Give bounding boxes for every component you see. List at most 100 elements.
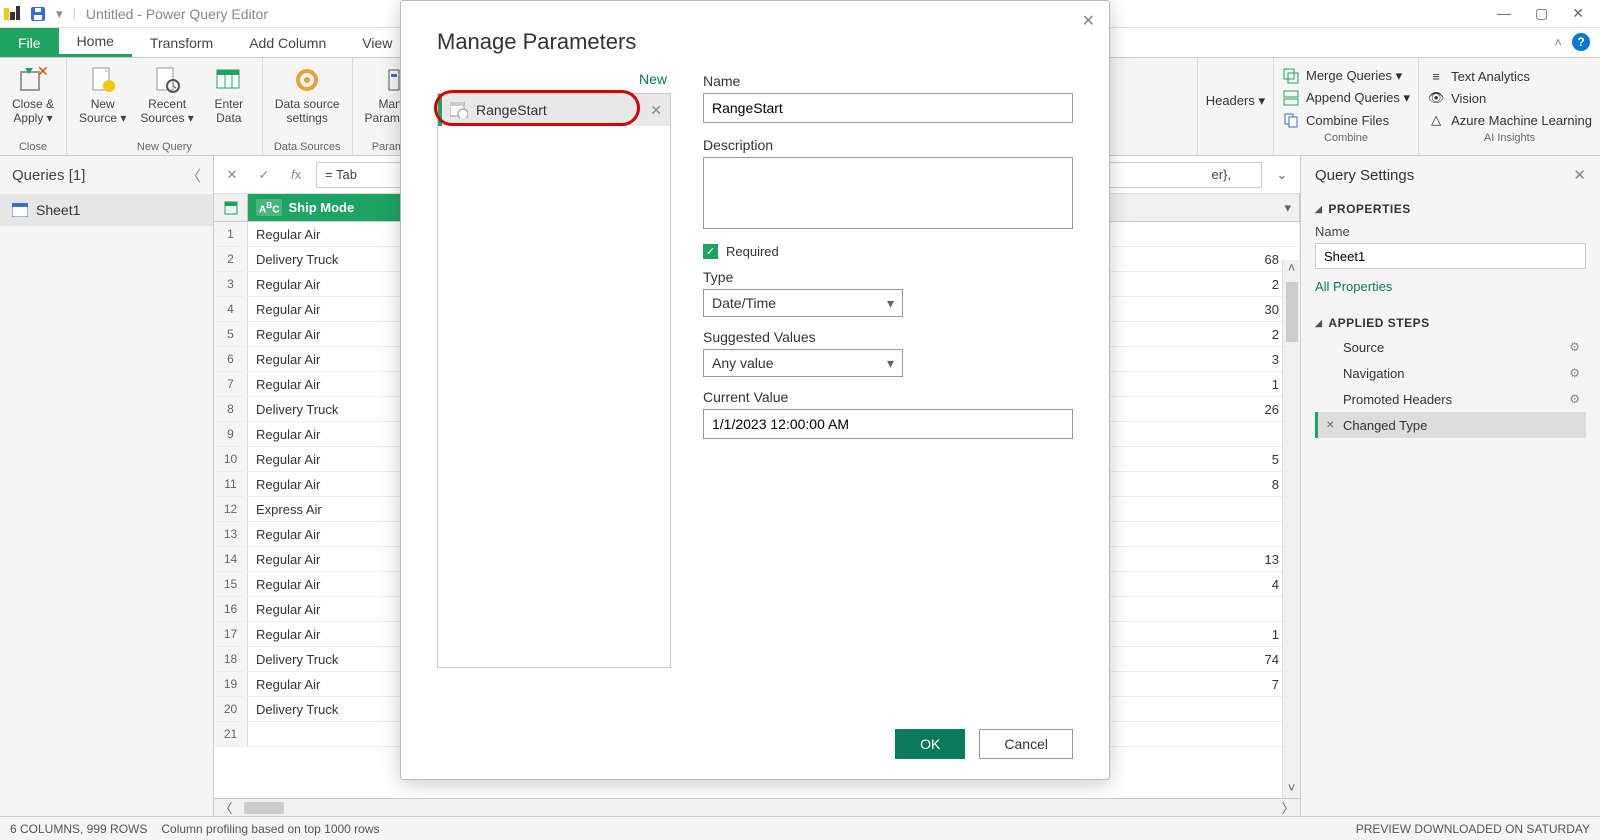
step-settings-icon[interactable]: ⚙ [1569, 366, 1580, 380]
combine-files-button[interactable]: Combine Files [1282, 110, 1410, 130]
close-apply-button[interactable]: ✕ Close & Apply ▾ [8, 62, 58, 139]
applied-step[interactable]: Navigation⚙ [1315, 360, 1586, 386]
current-value-input[interactable] [703, 409, 1073, 439]
azure-ml-button[interactable]: △Azure Machine Learning [1427, 110, 1592, 130]
formula-expand-icon[interactable]: ⌄ [1270, 167, 1294, 183]
applied-step[interactable]: Changed Type [1315, 412, 1586, 438]
horizontal-scrollbar[interactable]: 〈 〉 [214, 798, 1300, 816]
scroll-down-icon[interactable]: ˅ [1288, 780, 1296, 798]
scroll-right-icon[interactable]: 〉 [1276, 798, 1300, 816]
cell-ship-mode[interactable]: Delivery Truck [248, 397, 408, 421]
query-item-sheet1[interactable]: Sheet1 [0, 194, 213, 226]
row-number: 4 [214, 297, 248, 321]
collapse-ribbon-icon[interactable]: ˄ [1554, 35, 1562, 50]
close-window-button[interactable]: ✕ [1572, 5, 1584, 22]
step-settings-icon[interactable]: ⚙ [1569, 340, 1580, 354]
applied-step[interactable]: Promoted Headers⚙ [1315, 386, 1586, 412]
cell-ship-mode[interactable]: Delivery Truck [248, 697, 408, 721]
save-icon[interactable] [30, 6, 46, 22]
ok-button[interactable]: OK [895, 729, 965, 759]
name-label: Name [703, 73, 1073, 89]
vision-button[interactable]: 👁Vision [1427, 88, 1592, 108]
required-checkbox[interactable]: ✓ Required [703, 244, 1073, 259]
column-header-ship-mode[interactable]: ABCShip Mode [248, 194, 408, 221]
cell-ship-mode[interactable]: Regular Air [248, 322, 408, 346]
enter-data-button[interactable]: Enter Data [204, 62, 254, 139]
cell-ship-mode[interactable]: Regular Air [248, 422, 408, 446]
cancel-formula-icon[interactable]: ✕ [220, 163, 244, 187]
dialog-close-button[interactable]: ✕ [1082, 11, 1095, 31]
scroll-thumb[interactable] [244, 802, 284, 814]
step-settings-icon[interactable]: ⚙ [1569, 392, 1580, 406]
fx-icon[interactable]: fx [284, 163, 308, 187]
cell-ship-mode[interactable]: Regular Air [248, 597, 408, 621]
row-number: 10 [214, 447, 248, 471]
queries-title: Queries [1] [12, 167, 85, 184]
cell-ship-mode[interactable]: Regular Air [248, 372, 408, 396]
cell-ship-mode[interactable]: Regular Air [248, 547, 408, 571]
cell-ship-mode[interactable]: Delivery Truck [248, 647, 408, 671]
type-select[interactable]: Date/Time [703, 289, 903, 317]
qat-dropdown-icon[interactable]: ▾ [56, 6, 63, 22]
scroll-thumb[interactable] [1286, 282, 1298, 342]
tab-transform[interactable]: Transform [132, 28, 231, 57]
headers-button[interactable]: Headers ▾ [1206, 92, 1265, 110]
close-pane-icon[interactable]: ✕ [1573, 166, 1586, 184]
cell-ship-mode[interactable]: Regular Air [248, 622, 408, 646]
vertical-scrollbar[interactable]: ˄ ˅ [1282, 260, 1300, 798]
cell-ship-mode[interactable]: Regular Air [248, 297, 408, 321]
cell-ship-mode[interactable]: Regular Air [248, 347, 408, 371]
tab-home[interactable]: Home [59, 28, 132, 57]
cell-ship-mode[interactable]: Regular Air [248, 572, 408, 596]
data-source-settings-button[interactable]: Data source settings [271, 62, 344, 139]
merge-queries-button[interactable]: Merge Queries ▾ [1282, 66, 1410, 86]
cell-ship-mode[interactable]: Regular Air [248, 522, 408, 546]
delete-parameter-icon[interactable]: ✕ [650, 102, 662, 119]
maximize-button[interactable]: ▢ [1535, 5, 1548, 22]
cell-ship-mode[interactable]: Regular Air [248, 222, 408, 246]
query-name-input[interactable] [1315, 243, 1586, 269]
cell-ship-mode[interactable]: Delivery Truck [248, 247, 408, 271]
cancel-button[interactable]: Cancel [979, 729, 1073, 759]
properties-section[interactable]: PROPERTIES [1315, 194, 1586, 220]
parameter-name-input[interactable] [703, 93, 1073, 123]
cell-ship-mode[interactable]: Regular Air [248, 472, 408, 496]
suggested-values-select[interactable]: Any value [703, 349, 903, 377]
all-properties-link[interactable]: All Properties [1315, 279, 1586, 294]
row-number: 1 [214, 222, 248, 246]
new-parameter-link[interactable]: New [437, 71, 671, 93]
new-source-button[interactable]: New Source ▾ [75, 62, 130, 139]
tab-add-column[interactable]: Add Column [231, 28, 344, 57]
text-analytics-button[interactable]: ≡Text Analytics [1427, 66, 1592, 86]
cell-ship-mode[interactable]: Express Air [248, 497, 408, 521]
recent-sources-button[interactable]: Recent Sources ▾ [136, 62, 197, 139]
cell-ship-mode[interactable]: Regular Air [248, 672, 408, 696]
cell-ship-mode[interactable]: Regular Air [248, 447, 408, 471]
row-number: 18 [214, 647, 248, 671]
cell-ship-mode[interactable] [248, 722, 408, 746]
applied-steps-section[interactable]: APPLIED STEPS [1315, 308, 1586, 334]
scroll-left-icon[interactable]: 〈 [214, 798, 238, 816]
enter-data-label: Enter Data [214, 98, 243, 126]
scroll-up-icon[interactable]: ˄ [1288, 260, 1296, 278]
help-icon[interactable]: ? [1572, 33, 1590, 51]
parameter-form: Name Description ✓ Required Type Date/Ti… [703, 71, 1073, 668]
collapse-pane-icon[interactable]: 〈 [186, 165, 201, 186]
column-filter-icon[interactable]: ▾ [1284, 200, 1291, 216]
append-queries-button[interactable]: Append Queries ▾ [1282, 88, 1410, 108]
app-logo-icon [4, 6, 20, 22]
row-header-corner[interactable] [214, 194, 248, 221]
tab-file[interactable]: File [0, 28, 59, 57]
applied-step[interactable]: Source⚙ [1315, 334, 1586, 360]
parameter-description-input[interactable] [703, 157, 1073, 229]
recent-sources-icon [151, 64, 183, 96]
cell-ship-mode[interactable]: Regular Air [248, 272, 408, 296]
row-number: 20 [214, 697, 248, 721]
parameter-item-rangestart[interactable]: RangeStart ✕ [438, 94, 670, 126]
accept-formula-icon[interactable]: ✓ [252, 163, 276, 187]
recent-sources-label: Recent Sources ▾ [140, 98, 193, 126]
row-number: 12 [214, 497, 248, 521]
enter-data-icon [213, 64, 245, 96]
minimize-button[interactable]: — [1497, 5, 1511, 22]
merge-icon [1282, 67, 1300, 85]
